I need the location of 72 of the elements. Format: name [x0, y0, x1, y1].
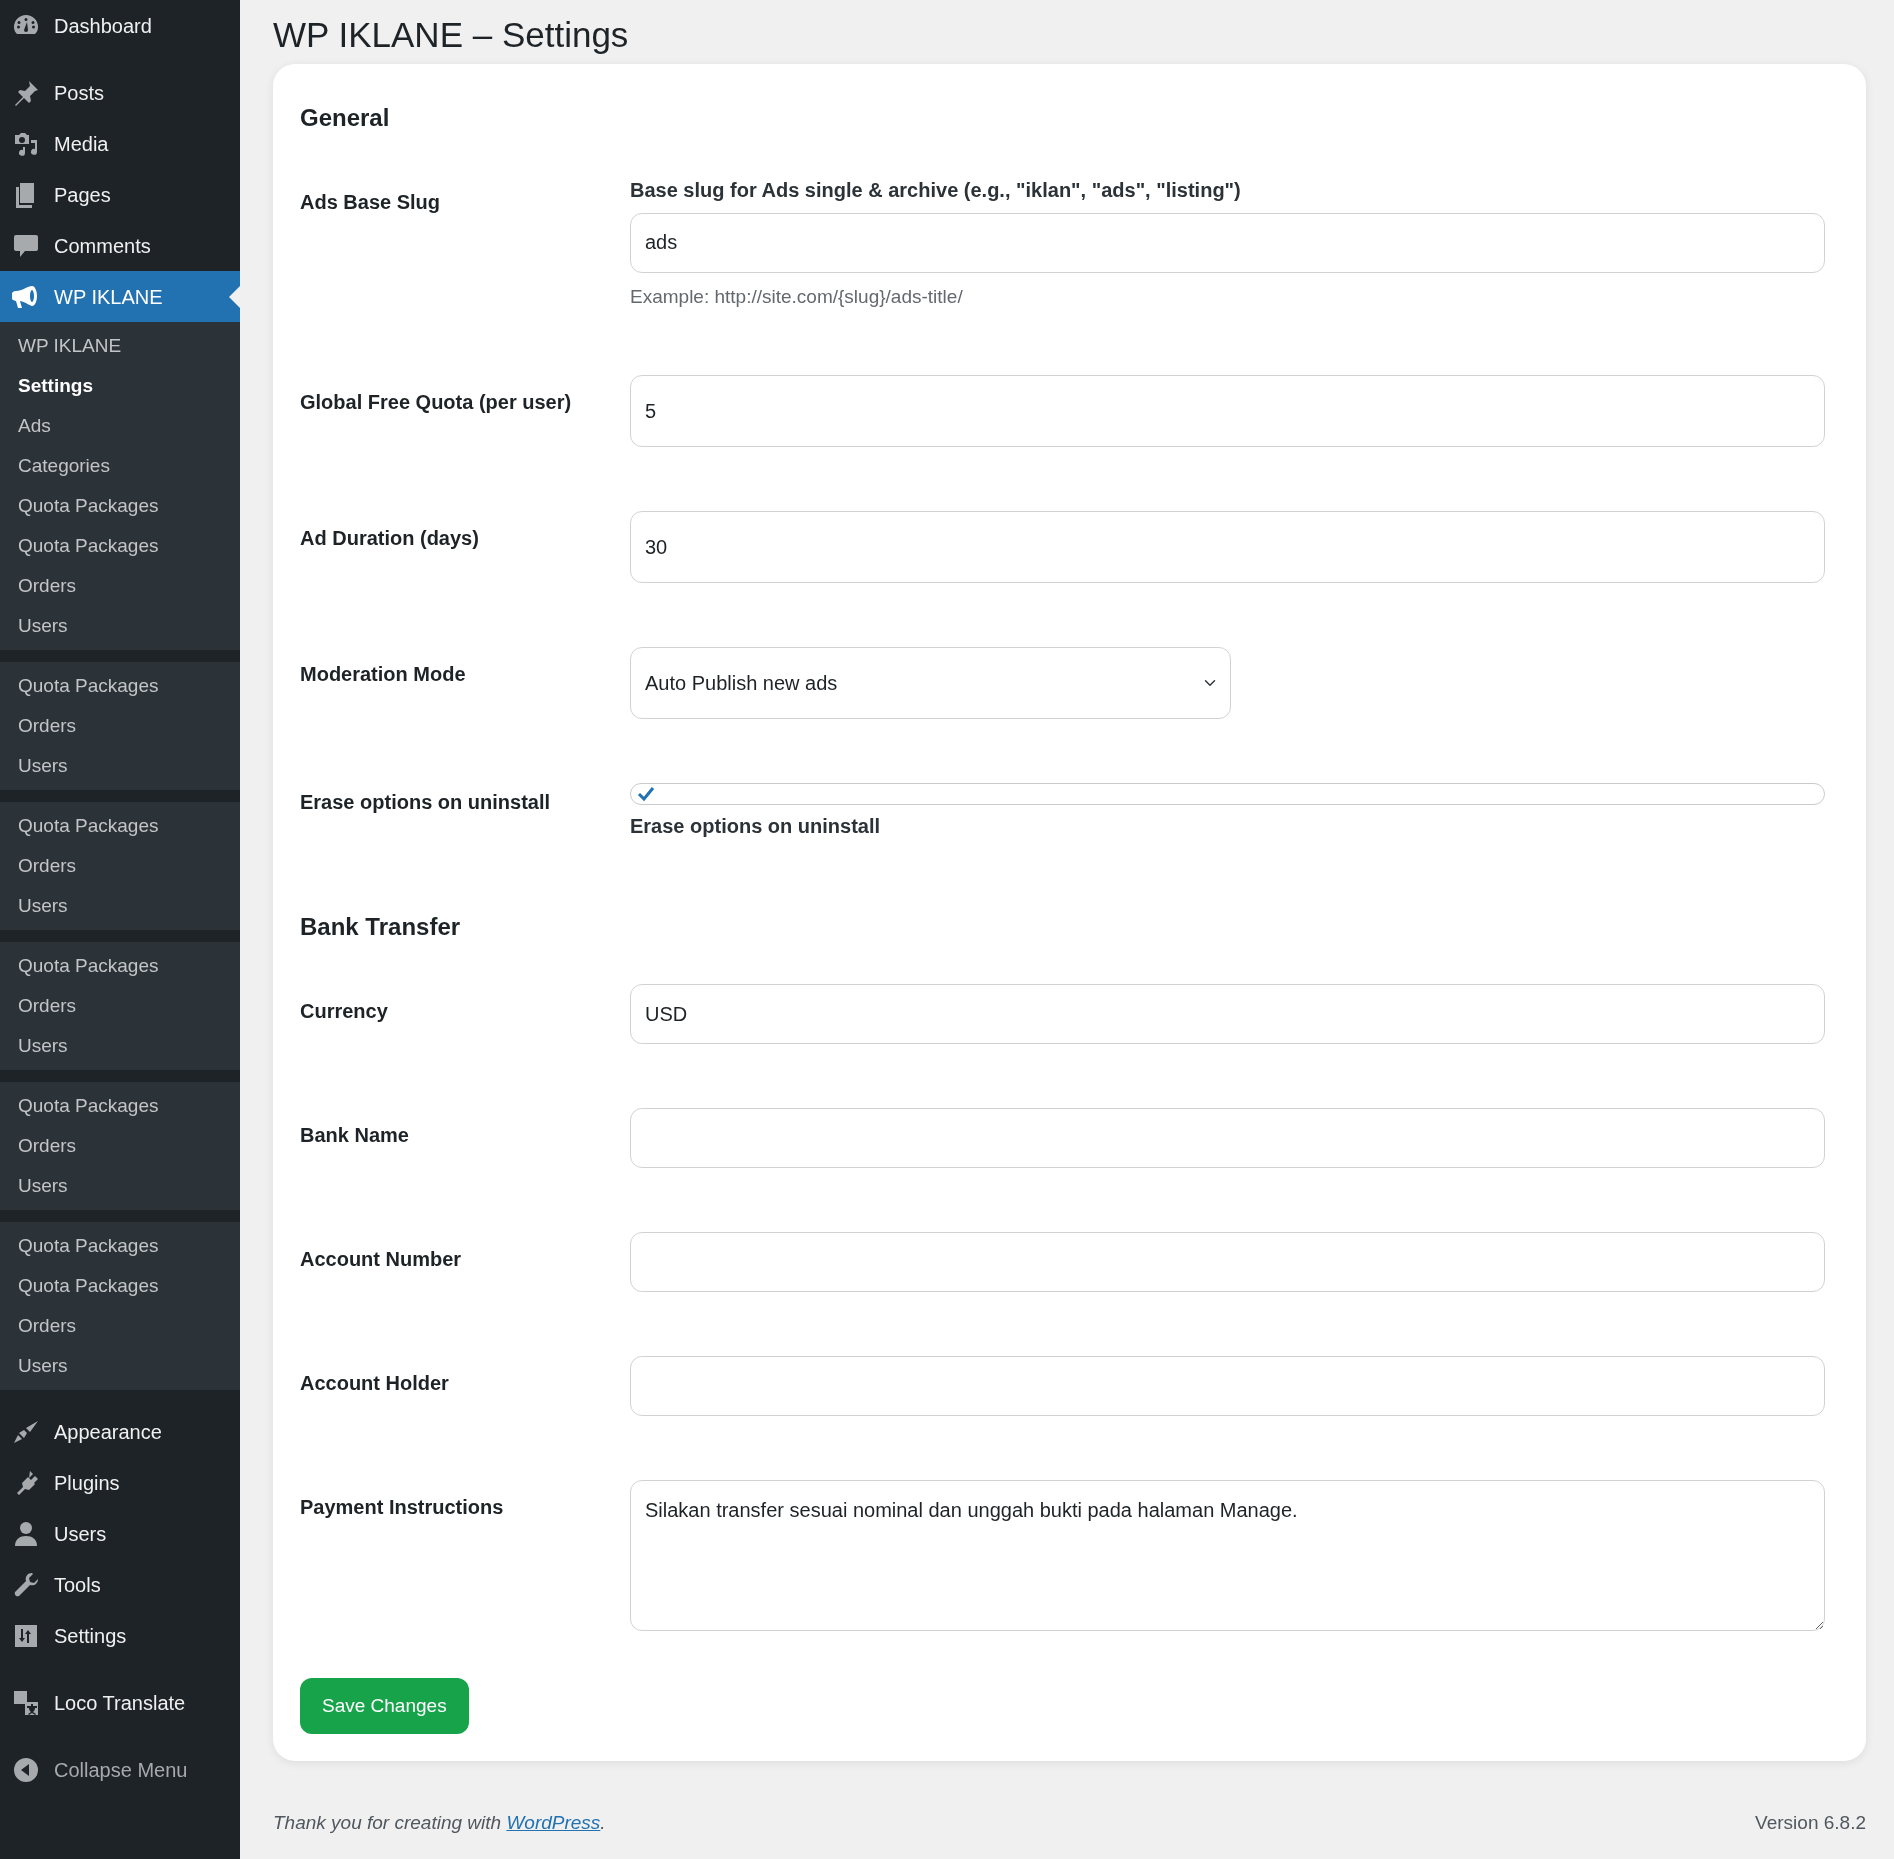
wordpress-link[interactable]: WordPress — [506, 1812, 601, 1834]
sidebar-menu-item[interactable]: Comments — [0, 220, 240, 271]
submenu-item[interactable]: Orders — [0, 846, 95, 886]
sidebar-menu-item[interactable]: Users — [0, 1508, 240, 1559]
submenu-item[interactable]: Settings — [0, 366, 111, 406]
field-hint: Example: http://site.com/{slug}/ads-title/ — [630, 284, 963, 309]
sidebar-menu-item[interactable]: Settings — [0, 1610, 240, 1661]
submenu-item[interactable]: Categories — [0, 446, 128, 486]
submenu-item[interactable]: Users — [0, 1026, 86, 1066]
sidebar-menu-item[interactable]: Media — [0, 118, 240, 169]
sidebar-menu-item[interactable]: Tools — [0, 1559, 240, 1610]
checkbox[interactable] — [630, 783, 1825, 806]
field-label: Account Holder — [300, 1371, 449, 1397]
current-page-pointer-icon — [229, 285, 240, 308]
submenu-item[interactable]: Users — [0, 1346, 86, 1386]
field-label: Payment Instructions — [300, 1495, 504, 1521]
sidebar-menu-item[interactable]: WP IKLANE — [0, 271, 240, 322]
page-title: WP IKLANE – Settings — [273, 14, 629, 56]
user-icon — [12, 1519, 40, 1548]
field-label: Currency — [300, 999, 388, 1025]
sidebar-menu-item[interactable]: Posts — [0, 67, 240, 118]
submenu-item[interactable]: Ads — [0, 406, 69, 446]
input-field[interactable] — [630, 1356, 1825, 1417]
collapse-menu-button[interactable]: Collapse Menu — [0, 1744, 240, 1795]
section-heading: General — [300, 104, 390, 133]
sidebar-menu-item[interactable]: Loco Translate — [0, 1677, 240, 1728]
submenu-item[interactable]: Users — [0, 1166, 86, 1206]
submenu-item[interactable]: Quota Packages — [0, 1226, 177, 1266]
field-label: Ad Duration (days) — [300, 526, 479, 552]
input-field[interactable]: 5 — [630, 375, 1825, 448]
submenu-item[interactable]: Quota Packages — [0, 1086, 177, 1126]
submenu-item[interactable]: Quota Packages — [0, 806, 177, 846]
checkmark-icon — [637, 786, 655, 803]
section-heading: Bank Transfer — [300, 913, 461, 943]
field-label: Global Free Quota (per user) — [300, 390, 572, 416]
submenu-item[interactable]: Quota Packages — [0, 486, 177, 526]
sidebar-menu-item[interactable]: Appearance — [0, 1406, 240, 1457]
collapse-icon — [12, 1755, 40, 1784]
submenu-item[interactable]: Orders — [0, 566, 95, 606]
submenu-item[interactable]: Orders — [0, 986, 95, 1026]
field-label: Ads Base Slug — [300, 189, 441, 215]
sidebar-menu-item[interactable]: Pages — [0, 169, 240, 220]
select-field[interactable]: Auto Publish new ads — [630, 647, 1231, 720]
submenu-item[interactable]: Quota Packages — [0, 666, 177, 706]
submenu-item[interactable]: Orders — [0, 1126, 95, 1166]
submenu-item[interactable]: Users — [0, 886, 86, 926]
submenu-item[interactable]: Quota Packages — [0, 946, 177, 986]
field-description: Base slug for Ads single & archive (e.g., "iklan", "ads", "listing") — [630, 177, 1241, 203]
submenu-item[interactable]: Users — [0, 746, 86, 786]
field-label: Account Number — [300, 1247, 462, 1273]
input-field[interactable]: 30 — [630, 511, 1825, 584]
submenu-item[interactable]: Quota Packages — [0, 526, 177, 566]
footer-credit: Thank you for creating with WordPress. — [273, 1811, 606, 1836]
input-field[interactable] — [630, 1232, 1825, 1293]
field-label: Moderation Mode — [300, 662, 466, 688]
input-field[interactable] — [630, 1108, 1825, 1169]
submenu-item[interactable]: Orders — [0, 706, 95, 746]
submenu-item[interactable]: Users — [0, 606, 86, 646]
submenu-item[interactable]: Quota Packages — [0, 1266, 177, 1306]
checkbox-label: Erase options on uninstall — [630, 814, 881, 840]
input-field[interactable]: USD — [630, 984, 1825, 1045]
translate-icon — [12, 1688, 40, 1717]
field-label: Erase options on uninstall — [300, 790, 551, 816]
wrench-icon — [12, 1570, 40, 1599]
sidebar-menu-item[interactable]: Plugins — [0, 1457, 240, 1508]
submenu-item[interactable]: Orders — [0, 1306, 95, 1346]
input-field[interactable]: ads — [630, 212, 1825, 273]
sidebar-menu-item[interactable]: Dashboard — [0, 0, 240, 51]
textarea-field[interactable]: Silakan transfer sesuai nominal dan unggah bukti pada halaman Manage. — [630, 1480, 1825, 1632]
submenu-item[interactable]: WP IKLANE — [0, 326, 140, 366]
field-label: Bank Name — [300, 1123, 409, 1149]
version-text: Version 6.8.2 — [1755, 1811, 1866, 1836]
